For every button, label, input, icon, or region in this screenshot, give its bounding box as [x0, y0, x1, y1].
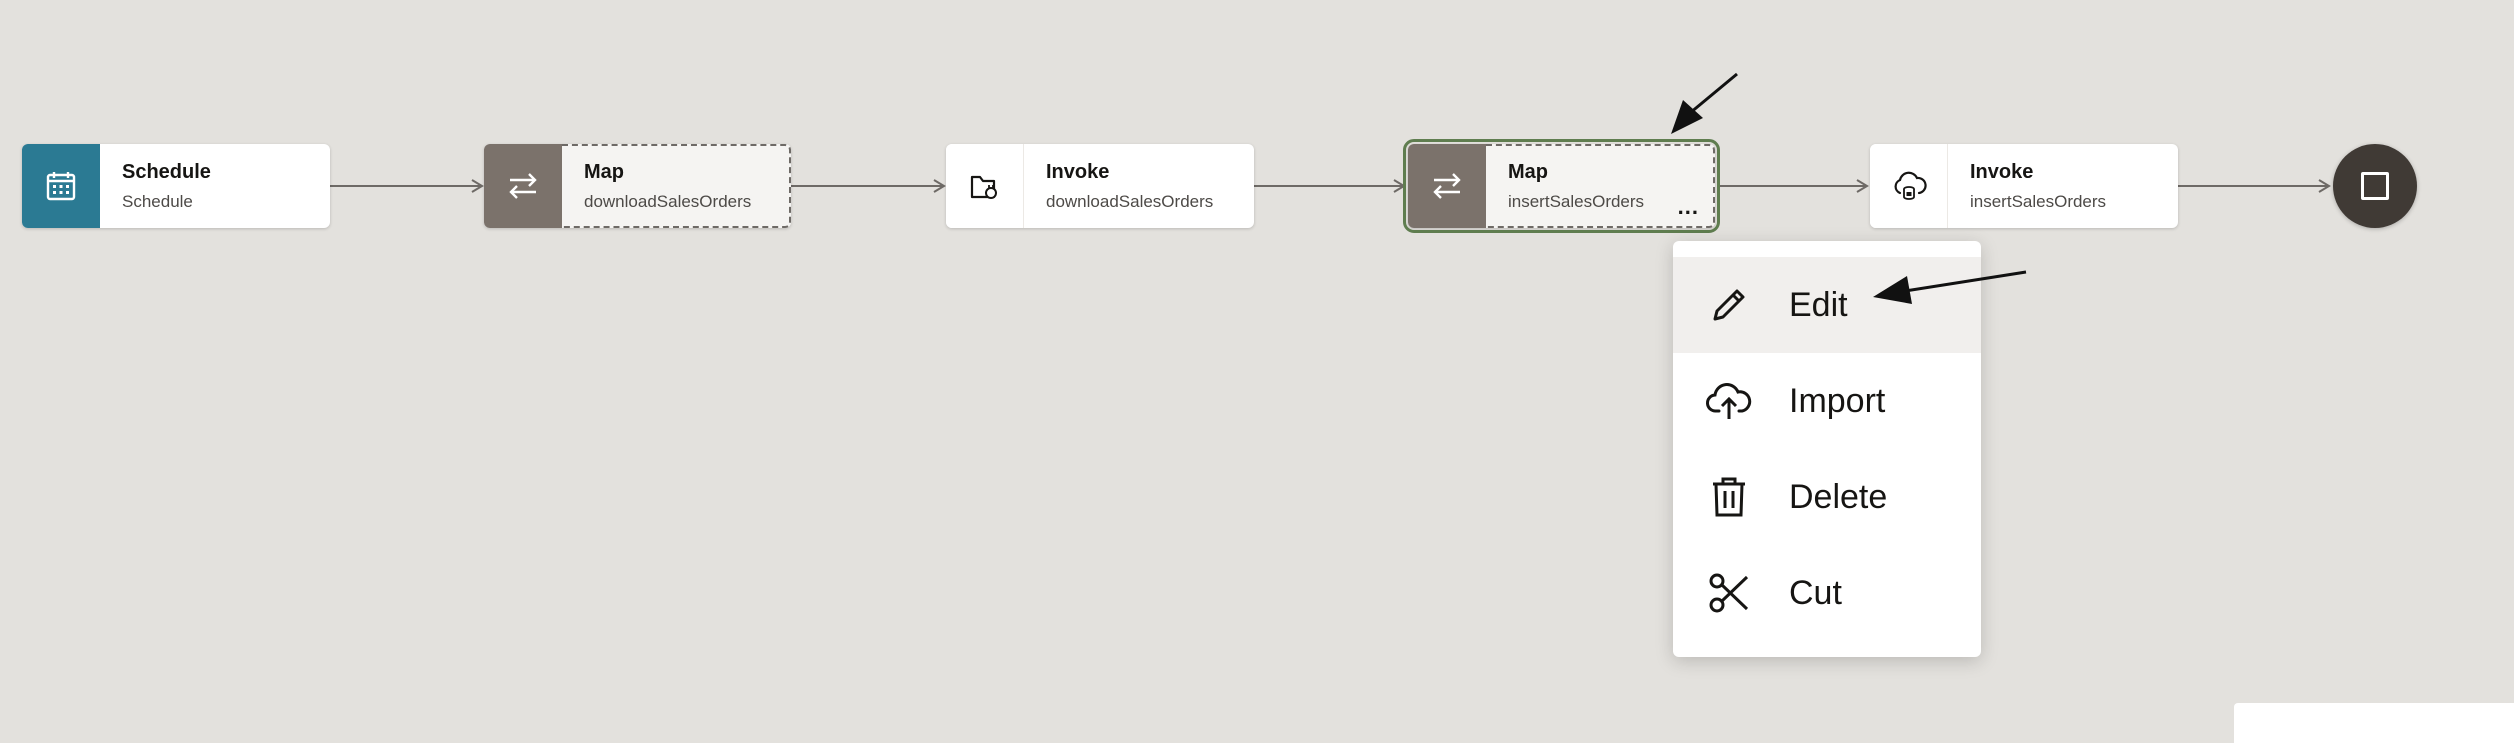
annotation-arrow-icon: [1671, 72, 1738, 134]
menu-item-cut[interactable]: Cut: [1673, 545, 1981, 641]
menu-item-label: Edit: [1789, 285, 1848, 324]
cloud-upload-icon: [1705, 377, 1753, 425]
node-subtitle: downloadSalesOrders: [1046, 191, 1214, 211]
flow-end-node[interactable]: [2333, 144, 2417, 228]
node-title: Map: [1508, 160, 1548, 183]
menu-item-label: Delete: [1789, 477, 1888, 516]
scissors-icon: [1705, 569, 1753, 617]
stop-square-icon: [2361, 172, 2389, 200]
swap-arrows-icon: [484, 144, 562, 228]
node-title: Map: [584, 160, 624, 183]
menu-item-delete[interactable]: Delete: [1673, 449, 1981, 545]
node-title: Invoke: [1046, 160, 1110, 183]
flow-node-map-download[interactable]: Map downloadSalesOrders: [484, 144, 791, 228]
node-title: Invoke: [1970, 160, 2034, 183]
annotation-arrows: [1671, 72, 2027, 304]
node-context-menu: Edit Import Delete Cut: [1673, 241, 1981, 657]
node-title: Schedule: [122, 160, 211, 183]
menu-item-label: Import: [1789, 381, 1886, 420]
node-subtitle: downloadSalesOrders: [584, 191, 752, 211]
flow-node-map-insert[interactable]: Map insertSalesOrders ...: [1403, 139, 1720, 233]
more-actions-button[interactable]: ...: [1678, 196, 1699, 218]
cloud-database-icon: [1870, 144, 1948, 228]
folder-plug-icon: [946, 144, 1024, 228]
side-panel-edge: [2234, 703, 2514, 743]
flow-node-invoke-download[interactable]: Invoke downloadSalesOrders: [946, 144, 1254, 228]
menu-item-label: Cut: [1789, 573, 1842, 612]
swap-arrows-icon: [1408, 144, 1486, 228]
flow-node-schedule[interactable]: Schedule Schedule: [22, 144, 330, 228]
node-subtitle: insertSalesOrders: [1970, 191, 2107, 211]
calendar-icon: [22, 144, 100, 228]
node-subtitle: Schedule: [122, 191, 193, 211]
menu-item-edit[interactable]: Edit: [1673, 257, 1981, 353]
menu-item-import[interactable]: Import: [1673, 353, 1981, 449]
trash-icon: [1705, 473, 1753, 521]
pencil-icon: [1705, 281, 1753, 329]
flow-connectors: [330, 179, 2331, 193]
flow-node-invoke-insert[interactable]: Invoke insertSalesOrders: [1870, 144, 2178, 228]
integration-canvas[interactable]: Schedule Schedule Map downloadSalesOrder…: [0, 0, 2514, 743]
